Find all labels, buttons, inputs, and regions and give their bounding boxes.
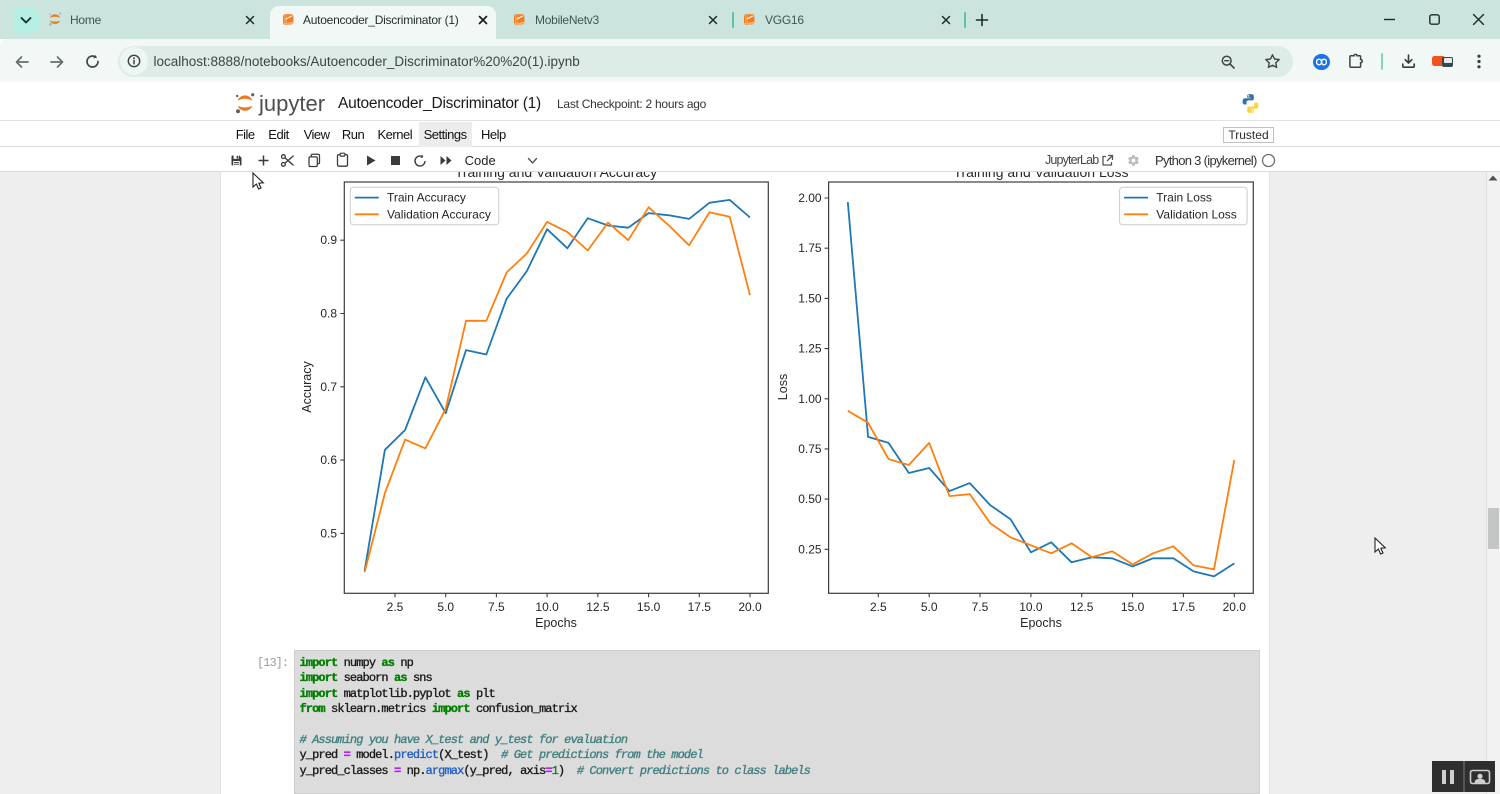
svg-text:Training and Validation Loss: Training and Validation Loss (953, 172, 1128, 180)
svg-text:Train Loss: Train Loss (1156, 191, 1212, 205)
svg-text:Loss: Loss (776, 374, 790, 400)
svg-text:1.75: 1.75 (798, 241, 822, 255)
svg-text:0.6: 0.6 (320, 453, 337, 467)
svg-text:0.50: 0.50 (798, 492, 822, 506)
svg-text:1.25: 1.25 (798, 342, 822, 356)
svg-text:7.5: 7.5 (488, 600, 505, 614)
svg-text:2.5: 2.5 (387, 600, 404, 614)
svg-text:0.7: 0.7 (320, 380, 337, 394)
svg-text:20.0: 20.0 (1223, 600, 1247, 614)
svg-text:10.0: 10.0 (535, 600, 559, 614)
svg-text:2.5: 2.5 (870, 600, 887, 614)
svg-text:Accuracy: Accuracy (300, 361, 314, 413)
svg-text:7.5: 7.5 (972, 600, 989, 614)
svg-text:0.9: 0.9 (320, 233, 337, 247)
svg-text:1.00: 1.00 (798, 392, 822, 406)
svg-text:1.50: 1.50 (798, 291, 822, 305)
svg-text:20.0: 20.0 (738, 600, 762, 614)
svg-text:Training and Validation Accura: Training and Validation Accuracy (455, 172, 657, 180)
svg-text:5.0: 5.0 (437, 600, 454, 614)
svg-text:2.00: 2.00 (798, 191, 822, 205)
svg-text:Train Accuracy: Train Accuracy (387, 191, 466, 205)
svg-text:Epochs: Epochs (535, 616, 577, 630)
svg-text:0.75: 0.75 (798, 442, 822, 456)
svg-text:Validation Accuracy: Validation Accuracy (387, 207, 491, 221)
svg-text:Epochs: Epochs (1020, 616, 1062, 630)
svg-text:5.0: 5.0 (921, 600, 938, 614)
svg-text:12.5: 12.5 (1070, 600, 1094, 614)
svg-text:12.5: 12.5 (586, 600, 610, 614)
svg-text:15.0: 15.0 (1121, 600, 1145, 614)
svg-text:0.25: 0.25 (798, 542, 822, 556)
svg-text:10.0: 10.0 (1019, 600, 1043, 614)
svg-text:0.8: 0.8 (320, 307, 337, 321)
svg-text:Validation Loss: Validation Loss (1156, 207, 1237, 221)
svg-text:17.5: 17.5 (688, 600, 712, 614)
svg-text:15.0: 15.0 (637, 600, 661, 614)
svg-text:0.5: 0.5 (320, 526, 337, 540)
svg-text:17.5: 17.5 (1172, 600, 1196, 614)
